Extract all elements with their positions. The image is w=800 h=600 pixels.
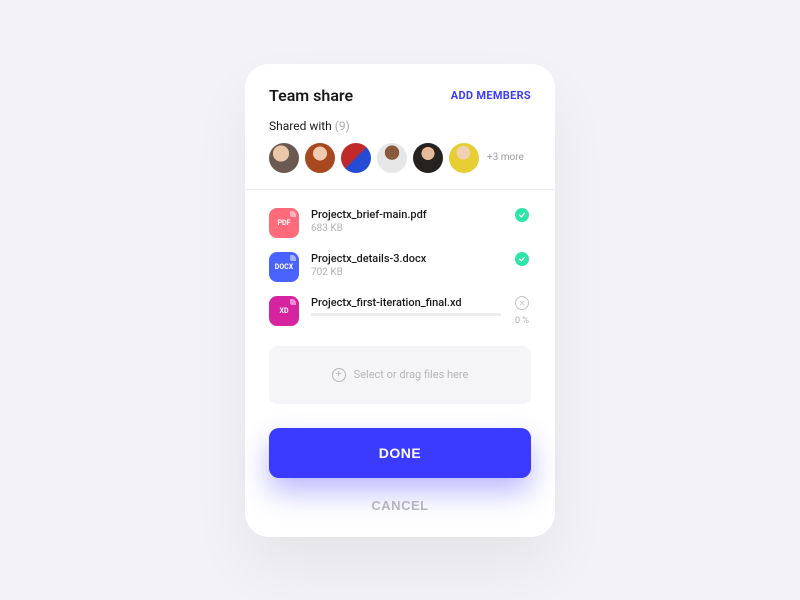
dropzone-text: Select or drag files here (354, 368, 469, 381)
xd-file-icon: XD (269, 296, 299, 326)
file-list: PDF Projectx_brief-main.pdf 683 KB DOCX … (269, 208, 531, 326)
file-row: DOCX Projectx_details-3.docx 702 KB (269, 252, 531, 282)
file-row: XD Projectx_first-iteration_final.xd 0 % (269, 296, 531, 326)
file-status-cancel[interactable] (513, 296, 531, 310)
progress-percent: 0 % (515, 316, 529, 326)
check-icon (515, 208, 529, 222)
avatar[interactable] (449, 143, 479, 173)
shared-with-count: (9) (335, 119, 350, 133)
avatar-more[interactable]: +3 more (487, 152, 524, 163)
cancel-button[interactable]: CANCEL (269, 494, 531, 517)
file-row: PDF Projectx_brief-main.pdf 683 KB (269, 208, 531, 238)
file-info: Projectx_brief-main.pdf 683 KB (311, 208, 501, 234)
avatar[interactable] (269, 143, 299, 173)
shared-with-label: Shared with (9) (269, 119, 531, 133)
file-dropzone[interactable]: + Select or drag files here (269, 346, 531, 404)
progress-bar (311, 313, 501, 316)
file-size: 702 KB (311, 267, 501, 278)
file-info: Projectx_first-iteration_final.xd (311, 296, 501, 316)
avatar[interactable] (305, 143, 335, 173)
file-info: Projectx_details-3.docx 702 KB (311, 252, 501, 278)
file-name: Projectx_details-3.docx (311, 252, 501, 265)
dialog-title: Team share (269, 86, 353, 105)
avatar[interactable] (341, 143, 371, 173)
file-status-done (513, 252, 531, 266)
avatar[interactable] (413, 143, 443, 173)
file-name: Projectx_brief-main.pdf (311, 208, 501, 221)
close-icon (515, 296, 529, 310)
file-status-done (513, 208, 531, 222)
upload-progress (311, 313, 501, 316)
divider (245, 189, 555, 190)
avatar[interactable] (377, 143, 407, 173)
file-size: 683 KB (311, 223, 501, 234)
add-members-button[interactable]: ADD MEMBERS (451, 89, 531, 102)
shared-with-text: Shared with (269, 119, 332, 133)
avatar-row: +3 more (269, 143, 531, 173)
dialog-header: Team share ADD MEMBERS (269, 86, 531, 105)
team-share-dialog: Team share ADD MEMBERS Shared with (9) +… (245, 64, 555, 537)
done-button[interactable]: DONE (269, 428, 531, 478)
file-name: Projectx_first-iteration_final.xd (311, 296, 501, 309)
plus-circle-icon: + (332, 368, 346, 382)
pdf-file-icon: PDF (269, 208, 299, 238)
check-icon (515, 252, 529, 266)
docx-file-icon: DOCX (269, 252, 299, 282)
